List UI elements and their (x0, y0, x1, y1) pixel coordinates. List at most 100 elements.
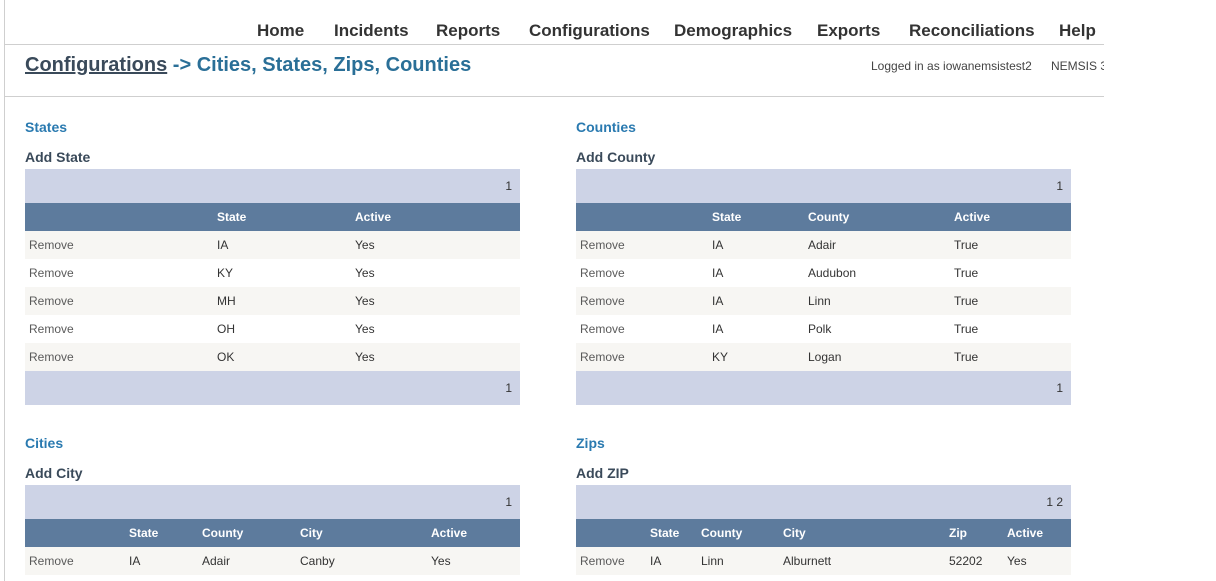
column-header-state[interactable]: State (712, 203, 808, 231)
version-label: NEMSIS 3 (1051, 59, 1104, 73)
cities-table: State County City Active Remove IA Adair… (25, 519, 520, 575)
states-section: States Add State 1 State Active Remove I… (25, 119, 520, 405)
cities-page-link[interactable]: 1 (505, 495, 512, 509)
nav-reconciliations[interactable]: Reconciliations (909, 21, 1035, 41)
remove-link[interactable]: Remove (576, 343, 712, 371)
nav-reports[interactable]: Reports (436, 21, 500, 41)
column-header-active[interactable]: Active (1007, 519, 1071, 547)
counties-page-link[interactable]: 1 (1056, 179, 1063, 193)
states-page-link[interactable]: 1 (505, 179, 512, 193)
column-header-active[interactable]: Active (355, 203, 520, 231)
active-cell: True (954, 266, 979, 280)
state-cell: KY (217, 266, 234, 280)
state-cell: KY (712, 350, 729, 364)
cities-section: Cities Add City 1 State County City Acti… (25, 435, 520, 575)
table-row: Remove IA Polk True (576, 315, 1071, 343)
table-row: Remove OH Yes (25, 315, 520, 343)
app-frame: Home Incidents Reports Configurations De… (4, 0, 1104, 581)
remove-link[interactable]: Remove (576, 231, 712, 259)
remove-link[interactable]: Remove (25, 547, 129, 575)
table-row: Remove OK Yes (25, 343, 520, 371)
state-cell: IA (129, 554, 141, 568)
column-header (25, 519, 129, 547)
counties-page-link[interactable]: 1 (1056, 381, 1063, 395)
zips-section: Zips Add ZIP 1 2 State County City Zip A… (576, 435, 1071, 575)
city-cell: Alburnett (783, 554, 832, 568)
county-cell: Adair (202, 554, 231, 568)
zips-pager-top: 1 2 (576, 485, 1071, 519)
active-cell: Yes (355, 322, 375, 336)
table-row: Remove MH Yes (25, 287, 520, 315)
table-row: Remove KY Yes (25, 259, 520, 287)
remove-link[interactable]: Remove (576, 547, 650, 575)
column-header-active[interactable]: Active (431, 519, 520, 547)
state-cell: OK (217, 350, 235, 364)
states-page-link[interactable]: 1 (505, 381, 512, 395)
table-row: Remove IA Linn Alburnett 52202 Yes (576, 547, 1071, 575)
remove-link[interactable]: Remove (576, 287, 712, 315)
county-cell: Linn (701, 554, 724, 568)
city-cell: Canby (300, 554, 335, 568)
remove-link[interactable]: Remove (25, 231, 217, 259)
add-county-link[interactable]: Add County (576, 149, 1071, 169)
remove-link[interactable]: Remove (25, 259, 217, 287)
login-status: Logged in as iowanemsistest2 (871, 59, 1032, 73)
nav-exports[interactable]: Exports (817, 21, 880, 41)
state-cell: IA (712, 322, 724, 336)
states-pager-top: 1 (25, 169, 520, 203)
column-header-state[interactable]: State (650, 519, 701, 547)
remove-link[interactable]: Remove (576, 259, 712, 287)
table-row: Remove IA Audubon True (576, 259, 1071, 287)
state-cell: OH (217, 322, 235, 336)
state-cell: IA (217, 238, 229, 252)
active-cell: True (954, 350, 979, 364)
column-header-zip[interactable]: Zip (949, 519, 1007, 547)
remove-link[interactable]: Remove (25, 315, 217, 343)
table-row: Remove KY Logan True (576, 343, 1071, 371)
remove-link[interactable]: Remove (25, 287, 217, 315)
nav-home[interactable]: Home (257, 21, 304, 41)
column-header-county[interactable]: County (808, 203, 954, 231)
column-header-city[interactable]: City (783, 519, 949, 547)
column-header (576, 519, 650, 547)
table-row: Remove IA Yes (25, 231, 520, 259)
column-header-state[interactable]: State (129, 519, 202, 547)
remove-link[interactable]: Remove (25, 343, 217, 371)
states-heading: States (25, 119, 68, 135)
zips-page-links[interactable]: 1 2 (1046, 495, 1063, 509)
county-cell: Polk (808, 322, 832, 336)
column-header-county[interactable]: County (701, 519, 783, 547)
nav-configurations[interactable]: Configurations (529, 21, 650, 41)
add-city-link[interactable]: Add City (25, 465, 520, 485)
active-cell: True (954, 294, 979, 308)
active-cell: True (954, 322, 979, 336)
column-header-city[interactable]: City (300, 519, 431, 547)
column-header-state[interactable]: State (217, 203, 355, 231)
active-cell: Yes (355, 350, 375, 364)
zips-heading: Zips (576, 435, 605, 451)
nav-incidents[interactable]: Incidents (334, 21, 409, 41)
column-header-county[interactable]: County (202, 519, 300, 547)
nav-demographics[interactable]: Demographics (674, 21, 792, 41)
zip-cell: 52202 (949, 554, 983, 568)
column-header (576, 203, 712, 231)
table-row: Remove IA Adair True (576, 231, 1071, 259)
nav-help[interactable]: Help (1059, 21, 1096, 41)
add-state-link[interactable]: Add State (25, 149, 520, 169)
cities-heading: Cities (25, 435, 64, 451)
breadcrumb-configurations-link[interactable]: Configurations (25, 54, 167, 76)
title-bar: Configurations -> Cities, States, Zips, … (5, 46, 1104, 97)
page-title: Configurations -> Cities, States, Zips, … (25, 54, 471, 77)
active-cell: Yes (355, 266, 375, 280)
counties-heading: Counties (576, 119, 636, 135)
table-header-row: State Active (25, 203, 520, 231)
add-zip-link[interactable]: Add ZIP (576, 465, 1071, 485)
county-cell: Adair (808, 238, 837, 252)
state-cell: MH (217, 294, 236, 308)
active-cell: Yes (1007, 554, 1027, 568)
remove-link[interactable]: Remove (576, 315, 712, 343)
states-pager-bottom: 1 (25, 371, 520, 405)
column-header-active[interactable]: Active (954, 203, 1071, 231)
states-table: State Active Remove IA Yes Remove KY Yes… (25, 203, 520, 371)
county-cell: Linn (808, 294, 831, 308)
